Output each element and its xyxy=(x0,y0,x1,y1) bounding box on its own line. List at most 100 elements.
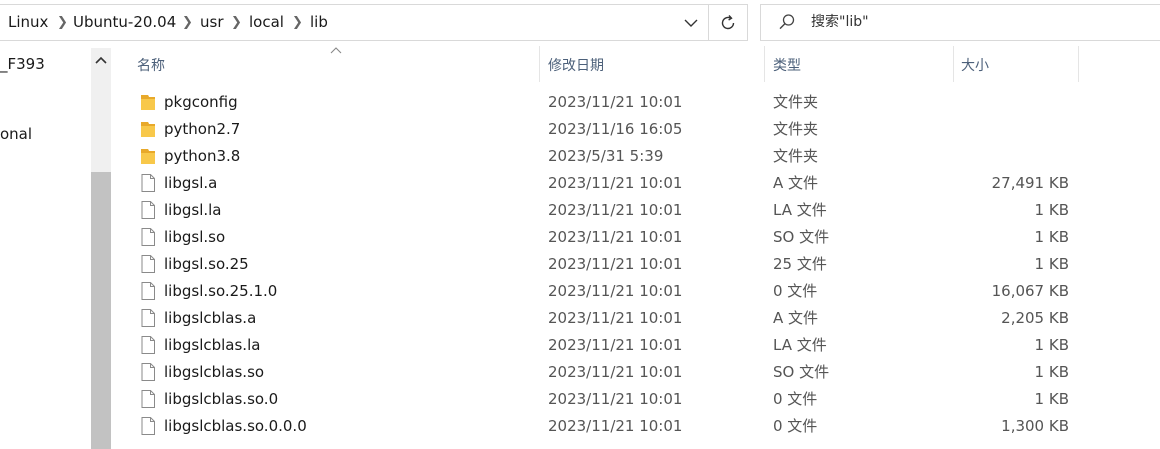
file-name: libgsl.so.25 xyxy=(164,255,249,273)
file-modified-date: 2023/11/21 10:01 xyxy=(548,174,683,192)
file-name: libgsl.a xyxy=(164,174,218,192)
file-size: 16,067 KB xyxy=(991,282,1069,300)
file-type: 0 文件 xyxy=(773,282,818,300)
file-name: python3.8 xyxy=(164,147,241,165)
file-name: libgslcblas.a xyxy=(164,309,257,327)
file-size: 27,491 KB xyxy=(991,174,1069,192)
file-size: 1 KB xyxy=(1034,228,1069,246)
scrollbar-thumb[interactable] xyxy=(91,172,111,449)
column-header-type[interactable]: 类型 xyxy=(773,55,801,77)
column-divider[interactable] xyxy=(1078,46,1079,82)
folder-row[interactable]: python3.8 2023/5/31 5:39 文件夹 xyxy=(130,143,1090,170)
file-size: 1 KB xyxy=(1034,390,1069,408)
file-modified-date: 2023/11/21 10:01 xyxy=(548,255,683,273)
file-size: 1 KB xyxy=(1034,363,1069,381)
file-icon xyxy=(139,335,157,355)
file-icon xyxy=(139,200,157,220)
refresh-icon xyxy=(721,14,735,29)
file-name: pkgconfig xyxy=(164,93,238,111)
file-modified-date: 2023/11/21 10:01 xyxy=(548,417,683,435)
file-name: libgslcblas.la xyxy=(164,336,261,354)
file-type: 25 文件 xyxy=(773,255,827,273)
file-modified-date: 2023/11/21 10:01 xyxy=(548,309,683,327)
file-row[interactable]: libgsl.la 2023/11/21 10:01 LA 文件 1 KB xyxy=(130,197,1090,224)
column-header-name[interactable]: 名称 xyxy=(137,55,165,77)
address-history-button[interactable] xyxy=(674,5,708,40)
file-size: 1 KB xyxy=(1034,336,1069,354)
chevron-right-icon[interactable]: ❯ xyxy=(231,5,242,40)
search-input[interactable]: 搜索"lib" xyxy=(760,4,1160,41)
column-divider[interactable] xyxy=(953,46,954,82)
file-name: python2.7 xyxy=(164,120,241,138)
file-modified-date: 2023/11/21 10:01 xyxy=(548,390,683,408)
file-name: libgslcblas.so.0.0.0 xyxy=(164,417,307,435)
breadcrumb-local[interactable]: local xyxy=(249,5,284,40)
file-icon xyxy=(139,173,157,193)
file-row[interactable]: libgsl.a 2023/11/21 10:01 A 文件 27,491 KB xyxy=(130,170,1090,197)
file-size: 1 KB xyxy=(1034,255,1069,273)
file-name: libgsl.so.25.1.0 xyxy=(164,282,278,300)
address-bar[interactable]: Linux ❯ Ubuntu-20.04 ❯ usr ❯ local ❯ lib xyxy=(0,4,748,41)
column-divider[interactable] xyxy=(539,46,540,82)
chevron-right-icon[interactable]: ❯ xyxy=(292,5,303,40)
file-type: LA 文件 xyxy=(773,336,827,354)
search-icon xyxy=(779,14,795,30)
file-type: LA 文件 xyxy=(773,201,827,219)
chevron-right-icon[interactable]: ❯ xyxy=(182,5,193,40)
file-row[interactable]: libgslcblas.la 2023/11/21 10:01 LA 文件 1 KB xyxy=(130,332,1090,359)
file-name: libgsl.so xyxy=(164,228,226,246)
file-size: 2,205 KB xyxy=(1001,309,1069,327)
folder-icon xyxy=(139,119,157,139)
folder-icon xyxy=(139,146,157,166)
file-modified-date: 2023/11/21 10:01 xyxy=(548,336,683,354)
file-type: SO 文件 xyxy=(773,228,830,246)
file-row[interactable]: libgsl.so.25 2023/11/21 10:01 25 文件 1 KB xyxy=(130,251,1090,278)
file-type: 文件夹 xyxy=(773,147,819,165)
file-type: A 文件 xyxy=(773,309,819,327)
file-type: 0 文件 xyxy=(773,390,818,408)
file-row[interactable]: libgsl.so.25.1.0 2023/11/21 10:01 0 文件 16,0… xyxy=(130,278,1090,305)
breadcrumb-usr[interactable]: usr xyxy=(200,5,224,40)
folder-row[interactable]: python2.7 2023/11/16 16:05 文件夹 xyxy=(130,116,1090,143)
column-divider[interactable] xyxy=(764,46,765,82)
file-icon xyxy=(139,281,157,301)
column-header-size[interactable]: 大小 xyxy=(961,55,989,77)
file-type: 0 文件 xyxy=(773,417,818,435)
sort-ascending-icon xyxy=(330,47,342,54)
chevron-right-icon[interactable]: ❯ xyxy=(57,5,68,40)
folder-icon xyxy=(139,92,157,112)
search-placeholder: 搜索"lib" xyxy=(811,14,869,30)
chevron-up-icon xyxy=(95,56,107,64)
file-icon xyxy=(139,227,157,247)
file-type: 文件夹 xyxy=(773,93,819,111)
file-type: SO 文件 xyxy=(773,363,830,381)
breadcrumb-lib[interactable]: lib xyxy=(310,5,328,40)
file-icon xyxy=(139,308,157,328)
refresh-button[interactable] xyxy=(708,5,747,40)
file-icon xyxy=(139,362,157,382)
file-icon xyxy=(139,416,157,436)
file-row[interactable]: libgslcblas.a 2023/11/21 10:01 A 文件 2,205 K… xyxy=(130,305,1090,332)
file-name: libgslcblas.so xyxy=(164,363,265,381)
file-modified-date: 2023/5/31 5:39 xyxy=(548,147,664,165)
file-modified-date: 2023/11/21 10:01 xyxy=(548,282,683,300)
breadcrumb-linux[interactable]: Linux xyxy=(8,5,48,40)
file-row[interactable]: libgslcblas.so 2023/11/21 10:01 SO 文件 1 KB xyxy=(130,359,1090,386)
scroll-up-button[interactable] xyxy=(91,48,111,72)
file-row[interactable]: libgslcblas.so.0.0.0 2023/11/21 10:01 0 文件… xyxy=(130,413,1090,440)
file-size: 1 KB xyxy=(1034,201,1069,219)
file-modified-date: 2023/11/21 10:01 xyxy=(548,228,683,246)
column-header-date[interactable]: 修改日期 xyxy=(548,55,604,77)
file-row[interactable]: libgsl.so 2023/11/21 10:01 SO 文件 1 KB xyxy=(130,224,1090,251)
nav-item[interactable]: _F393 xyxy=(0,55,45,73)
breadcrumb-ubuntu[interactable]: Ubuntu-20.04 xyxy=(73,5,176,40)
file-icon xyxy=(139,389,157,409)
file-size: 1,300 KB xyxy=(1001,417,1069,435)
chevron-down-icon xyxy=(684,19,698,27)
file-icon xyxy=(139,254,157,274)
file-row[interactable]: libgslcblas.so.0 2023/11/21 10:01 0 文件 1 KB xyxy=(130,386,1090,413)
nav-item[interactable]: onal xyxy=(0,125,32,143)
file-type: 文件夹 xyxy=(773,120,819,138)
file-type: A 文件 xyxy=(773,174,819,192)
folder-row[interactable]: pkgconfig 2023/11/21 10:01 文件夹 xyxy=(130,89,1090,116)
